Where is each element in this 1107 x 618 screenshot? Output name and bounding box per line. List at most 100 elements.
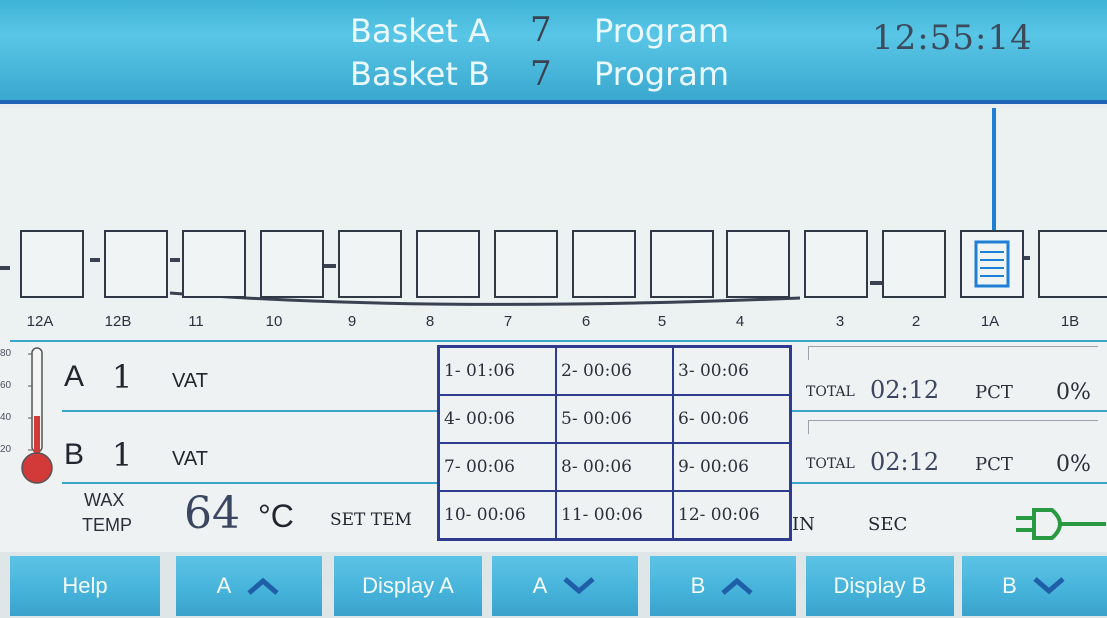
basket-b-program-label: Program [594, 55, 730, 93]
conveyor-track [0, 108, 1030, 306]
clock: 12:55:14 [872, 18, 1033, 58]
basket-a-down-label: A [532, 573, 548, 598]
wax-temp-unit: °C [258, 498, 294, 534]
basket-b-total-label: TOTAL [806, 456, 855, 472]
set-temp-label: SET TEM [330, 510, 412, 530]
chevron-down-icon [563, 577, 595, 595]
station-1b[interactable] [1038, 230, 1107, 298]
status-area: 80 60 40 20 A 1 VAT B 1 VAT WAX TEMP 64 … [0, 340, 1107, 552]
divider-line [792, 410, 1107, 412]
temp-label: TEMP [82, 515, 133, 535]
station-6[interactable] [572, 230, 636, 298]
basket-b-label: Basket B [350, 55, 490, 93]
station-10[interactable] [260, 230, 324, 298]
chevron-up-icon [247, 577, 279, 595]
basket-b-vat-number: 1 [112, 436, 133, 474]
station-label-11: 11 [188, 313, 204, 330]
step-time-cell[interactable]: 6- 00:06 [673, 395, 790, 443]
seconds-unit-label: SEC [868, 514, 908, 535]
step-time-grid: 1- 01:06 2- 00:06 3- 00:06 4- 00:06 5- 0… [437, 345, 792, 541]
station-2[interactable] [882, 230, 946, 298]
basket-a-letter: A [64, 360, 85, 393]
station-label-4: 4 [735, 313, 745, 330]
basket-a-vat-number: 1 [112, 358, 133, 396]
display-a-button[interactable]: Display A [334, 556, 482, 616]
thermometer-tick-20: 20 [0, 444, 12, 455]
step-time-cell[interactable]: 5- 00:06 [556, 395, 673, 443]
step-time-cell[interactable]: 9- 00:06 [673, 443, 790, 491]
step-time-cell[interactable]: 1- 01:06 [439, 347, 556, 395]
divider-line [62, 410, 437, 412]
help-button[interactable]: Help [10, 556, 160, 616]
thermometer-tick-80: 80 [0, 348, 12, 359]
basket-a-label: Basket A [350, 12, 490, 50]
station-1a[interactable] [960, 230, 1024, 298]
basket-a-vat-label: VAT [172, 370, 208, 392]
basket-b-total-time: 02:12 [870, 448, 940, 476]
step-time-cell[interactable]: 7- 00:06 [439, 443, 556, 491]
wax-label: WAX [84, 490, 125, 510]
station-label-8: 8 [425, 313, 435, 330]
basket-a-pct-value: 0% [1056, 380, 1091, 405]
station-label-3: 3 [835, 313, 845, 330]
station-7[interactable] [494, 230, 558, 298]
basket-a-up-button[interactable]: A [176, 556, 322, 616]
basket-icon [974, 240, 1010, 288]
station-label-12a: 12A [26, 313, 54, 330]
divider-line [792, 482, 1107, 484]
station-label-1b: 1B [1060, 313, 1080, 330]
station-4[interactable] [726, 230, 790, 298]
station-label-1a: 1A [980, 313, 1000, 330]
basket-b-down-label: B [1002, 573, 1017, 598]
station-label-12b: 12B [104, 313, 132, 330]
basket-a-pct-label: PCT [975, 382, 1013, 403]
thermometer-tick-40: 40 [0, 412, 12, 423]
basket-b-letter: B [64, 438, 85, 471]
station-12a[interactable] [20, 230, 84, 298]
step-time-cell[interactable]: 10- 00:06 [439, 491, 556, 539]
basket-b-progress-bar [808, 420, 1098, 434]
station-5[interactable] [650, 230, 714, 298]
display-b-button[interactable]: Display B [806, 556, 954, 616]
station-label-9: 9 [347, 313, 357, 330]
basket-b-pct-label: PCT [975, 454, 1013, 475]
step-time-cell[interactable]: 2- 00:06 [556, 347, 673, 395]
basket-a-up-label: A [216, 573, 232, 598]
station-11[interactable] [182, 230, 246, 298]
basket-b-pct-value: 0% [1056, 452, 1091, 477]
basket-a-program-label: Program [594, 12, 730, 50]
step-time-cell[interactable]: 4- 00:06 [439, 395, 556, 443]
basket-b-up-button[interactable]: B [650, 556, 796, 616]
chevron-up-icon [721, 577, 753, 595]
basket-b-vat-label: VAT [172, 448, 208, 470]
divider-line [10, 340, 1107, 342]
header-bar: Basket A 7 Program Basket B 7 Program 12… [0, 0, 1107, 104]
station-3[interactable] [804, 230, 868, 298]
basket-a-down-button[interactable]: A [492, 556, 638, 616]
basket-b-program-number: 7 [530, 54, 552, 94]
minutes-unit-label: IN [792, 514, 815, 535]
footer-toolbar: Help A Display A A B Display B B [0, 552, 1107, 618]
station-9[interactable] [338, 230, 402, 298]
plug-icon[interactable] [1016, 504, 1106, 544]
basket-b-up-label: B [690, 573, 706, 598]
wax-temp-value: 64 [184, 488, 240, 539]
basket-a-total-label: TOTAL [806, 384, 855, 400]
station-12b[interactable] [104, 230, 168, 298]
station-label-5: 5 [657, 313, 667, 330]
station-label-2: 2 [911, 313, 921, 330]
divider-line [62, 482, 437, 484]
step-time-cell[interactable]: 3- 00:06 [673, 347, 790, 395]
step-time-cell[interactable]: 12- 00:06 [673, 491, 790, 539]
station-8[interactable] [416, 230, 480, 298]
basket-a-progress-bar [808, 346, 1098, 360]
station-label-7: 7 [503, 313, 513, 330]
station-label-6: 6 [581, 313, 591, 330]
thermometer-tick-60: 60 [0, 380, 12, 391]
chevron-down-icon [1033, 577, 1065, 595]
step-time-cell[interactable]: 11- 00:06 [556, 491, 673, 539]
basket-b-down-button[interactable]: B [962, 556, 1107, 616]
basket-a-total-time: 02:12 [870, 376, 940, 404]
step-time-cell[interactable]: 8- 00:06 [556, 443, 673, 491]
basket-a-program-number: 7 [530, 10, 552, 50]
